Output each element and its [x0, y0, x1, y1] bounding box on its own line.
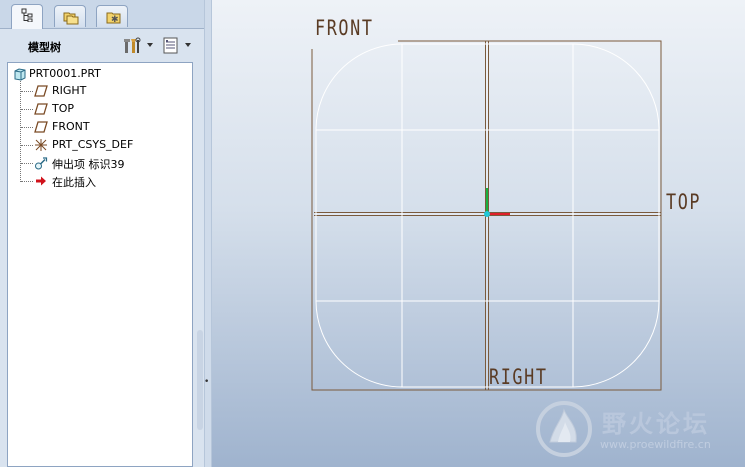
top-datum-label: TOP: [666, 190, 702, 214]
tree-connector: [20, 79, 21, 182]
tree-settings-button[interactable]: [122, 36, 154, 56]
model-canvas[interactable]: [212, 0, 745, 467]
forum-watermark: 野火论坛 www.proewildfire.cn: [534, 398, 740, 462]
datum-plane-icon: [34, 85, 48, 97]
navigator-panel: ✱ 模型树 PRT0001.PRT RIGHT TOP FRONT PRT_CS…: [0, 0, 204, 467]
extrude-feature-icon: [35, 157, 48, 170]
part-icon: [14, 68, 26, 81]
tree-item-label: PRT_CSYS_DEF: [52, 138, 134, 151]
show-columns-icon: [163, 37, 178, 54]
model-tree-title: 模型树: [28, 41, 61, 54]
chevron-down-icon: [185, 43, 191, 47]
model-tree-tab[interactable]: [11, 4, 43, 29]
tree-connector: [21, 109, 33, 110]
tree-connector: [21, 91, 33, 92]
right-datum-label: RIGHT: [489, 365, 548, 389]
tree-item-label: 在此插入: [52, 176, 96, 189]
watermark-logo-icon: [536, 401, 592, 457]
panel-scroll-strip[interactable]: [197, 330, 203, 430]
folders-icon: [63, 12, 79, 25]
sash-grip-icon[interactable]: •: [204, 377, 209, 387]
settings-tools-icon: [124, 37, 141, 53]
coordinate-system-icon: [35, 139, 47, 151]
tree-icon: [21, 8, 33, 22]
tree-root-label: PRT0001.PRT: [29, 67, 101, 80]
insert-here-arrow-icon: [36, 176, 46, 186]
graphics-window[interactable]: FRONT TOP RIGHT: [212, 0, 745, 467]
tree-connector: [21, 145, 33, 146]
navigator-sash[interactable]: [204, 0, 212, 467]
star-folder-icon: ✱: [106, 12, 121, 25]
navigator-tabbar: ✱: [0, 0, 204, 29]
tree-item-label: FRONT: [52, 120, 90, 133]
chevron-down-icon: [147, 43, 153, 47]
datum-plane-icon: [34, 121, 48, 133]
watermark-title: 野火论坛: [602, 410, 710, 438]
favorites-tab[interactable]: ✱: [96, 5, 128, 27]
tree-connector: [21, 127, 33, 128]
model-tree[interactable]: PRT0001.PRT RIGHT TOP FRONT PRT_CSYS_DEF…: [7, 62, 193, 467]
datum-plane-icon: [34, 103, 48, 115]
tree-item-label: TOP: [52, 102, 75, 115]
svg-text:✱: ✱: [111, 15, 119, 25]
front-datum-label: FRONT: [315, 16, 374, 40]
tree-connector: [21, 163, 33, 164]
watermark-url: www.proewildfire.cn: [600, 438, 711, 451]
tree-header: 模型树: [0, 29, 204, 61]
tree-item-label: 伸出项 标识39: [52, 158, 125, 171]
tree-show-button[interactable]: [162, 36, 194, 56]
folder-browser-tab[interactable]: [54, 5, 86, 27]
tree-item-label: RIGHT: [52, 84, 87, 97]
tree-connector: [21, 181, 33, 182]
